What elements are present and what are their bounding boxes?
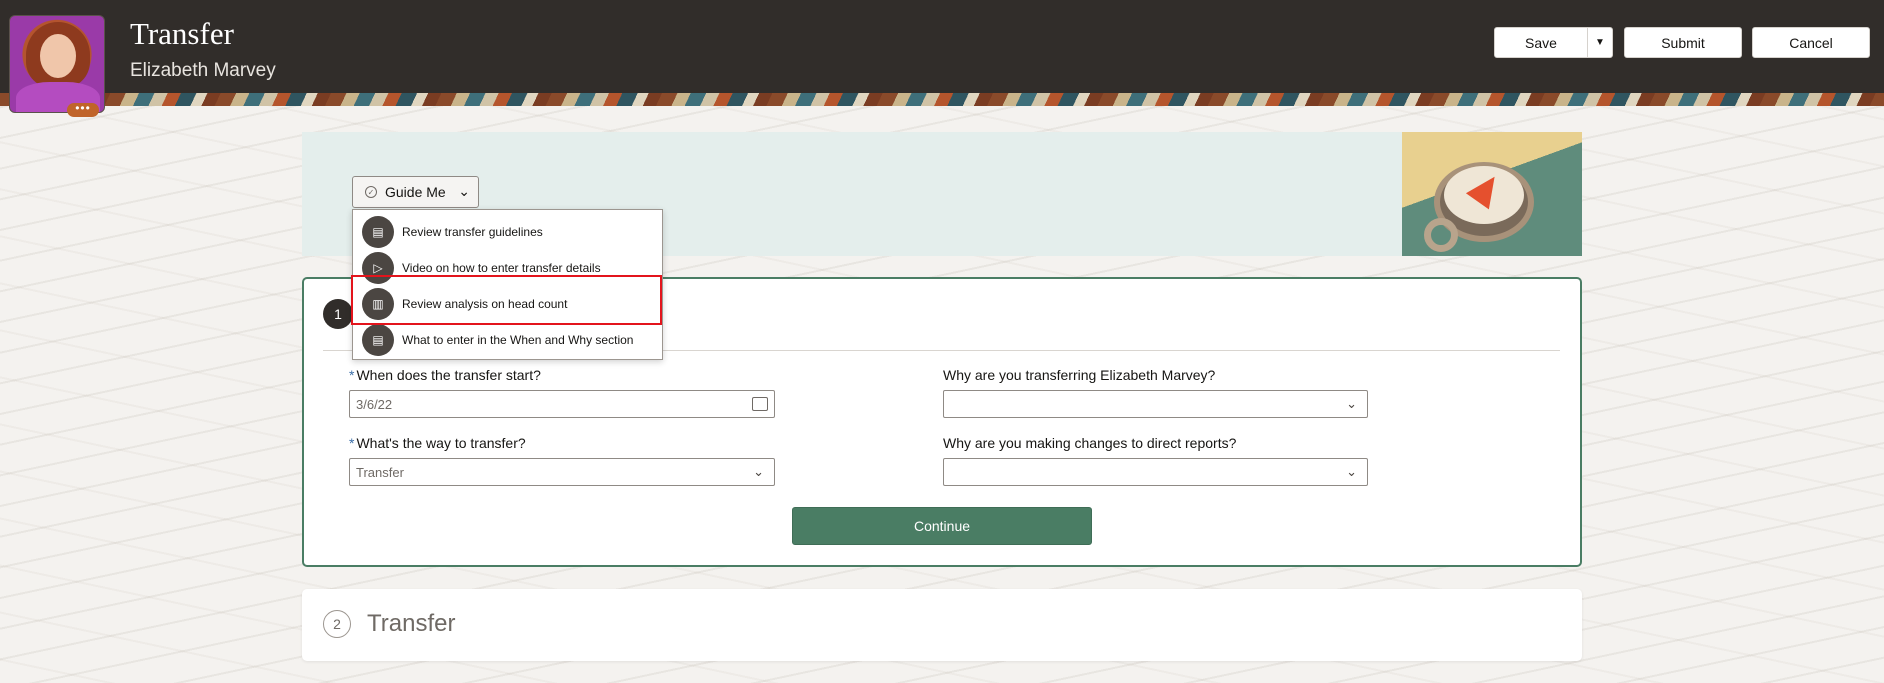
header-decorative-band	[0, 93, 1884, 106]
chevron-down-icon: ⌄	[1346, 396, 1357, 411]
step-2-title: Transfer	[367, 610, 456, 637]
chevron-down-icon: ⌄	[753, 464, 764, 479]
check-circle-icon: ✓	[365, 186, 377, 198]
menu-item-label: Video on how to enter transfer details	[402, 261, 601, 275]
step-2-badge: 2	[323, 610, 351, 638]
cancel-button[interactable]: Cancel	[1752, 27, 1870, 58]
chat-icon: ▤	[362, 324, 394, 356]
guide-me-label: Guide Me	[385, 184, 446, 200]
play-icon: ▷	[362, 252, 394, 284]
caret-down-icon: ▼	[1595, 37, 1605, 48]
chat-icon: ▤	[362, 216, 394, 248]
person-name: Elizabeth Marvey	[130, 60, 276, 81]
bar-chart-icon: ▥	[362, 288, 394, 320]
transfer-way-value: Transfer	[356, 464, 404, 480]
avatar[interactable]	[9, 15, 105, 113]
guide-me-menu: ▤ Review transfer guidelines ▷ Video on …	[352, 209, 663, 360]
guide-me-button[interactable]: ✓ Guide Me ⌄	[352, 176, 479, 208]
menu-item-label: Review transfer guidelines	[402, 225, 543, 239]
save-menu-button[interactable]: ▼	[1587, 27, 1613, 58]
transfer-reason-label: Why are you transferring Elizabeth Marve…	[943, 367, 1216, 383]
continue-button[interactable]: Continue	[792, 507, 1092, 545]
direct-reports-reason-label: Why are you making changes to direct rep…	[943, 435, 1237, 451]
compass-loop	[1424, 218, 1458, 252]
avatar-face	[40, 34, 76, 78]
more-options-icon[interactable]: •••	[67, 102, 99, 117]
transfer-start-value: 3/6/22	[356, 396, 393, 412]
chevron-down-icon: ⌄	[458, 183, 470, 199]
guide-menu-item-video[interactable]: ▷ Video on how to enter transfer details	[353, 250, 662, 286]
chevron-down-icon: ⌄	[1346, 464, 1357, 479]
menu-item-label: Review analysis on head count	[402, 297, 568, 311]
transfer-start-label: * When does the transfer start?	[349, 367, 541, 383]
save-button[interactable]: Save	[1494, 27, 1588, 58]
calendar-icon[interactable]	[752, 397, 768, 411]
required-marker: *	[349, 435, 355, 451]
direct-reports-reason-select[interactable]: ⌄	[943, 458, 1368, 486]
transfer-way-label: * What's the way to transfer?	[349, 435, 526, 451]
required-marker: *	[349, 367, 355, 383]
guide-menu-item-transfer-guidelines[interactable]: ▤ Review transfer guidelines	[353, 214, 662, 250]
guide-menu-item-head-count[interactable]: ▥ Review analysis on head count	[353, 286, 662, 322]
transfer-reason-select[interactable]: ⌄	[943, 390, 1368, 418]
submit-button[interactable]: Submit	[1624, 27, 1742, 58]
transfer-start-date-input[interactable]: 3/6/22	[349, 390, 775, 418]
menu-item-label: What to enter in the When and Why sectio…	[402, 333, 634, 347]
step-2-card[interactable]	[302, 589, 1582, 661]
transfer-way-select[interactable]: Transfer ⌄	[349, 458, 775, 486]
page-title: Transfer	[130, 16, 234, 51]
guide-menu-item-when-why[interactable]: ▤ What to enter in the When and Why sect…	[353, 322, 662, 358]
step-1-badge: 1	[323, 299, 353, 329]
